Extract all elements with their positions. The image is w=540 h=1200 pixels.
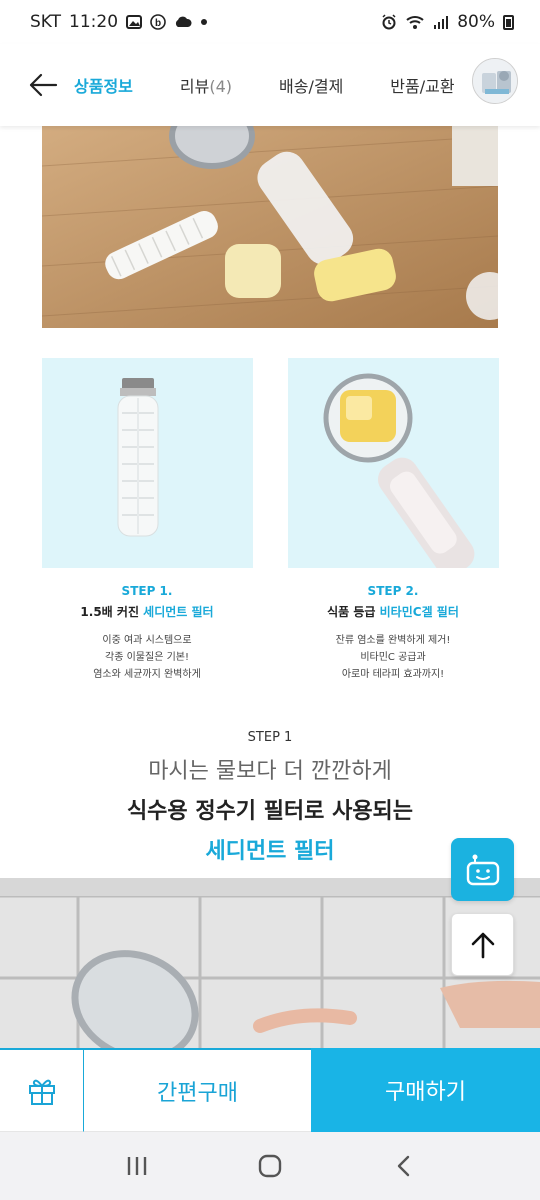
arrow-up-icon	[471, 932, 494, 958]
desc-line: 염소와 세균까지 완벽하게	[93, 669, 201, 680]
back-button[interactable]	[22, 64, 64, 106]
step-description: 잔류 염소를 완벽하게 제거! 비타민C 공급과 아로마 테라피 효과까지!	[278, 632, 508, 683]
system-nav-bar	[0, 1132, 540, 1200]
tab-bar: 상품정보 리뷰(4) 배송/결제 반품/교환	[74, 73, 455, 97]
step-title: 1.5배 커진 세디먼트 필터	[32, 603, 262, 620]
scroll-top-button[interactable]	[451, 913, 514, 976]
gift-button[interactable]	[0, 1048, 84, 1132]
step-title: 식품 등급 비타민C겔 필터	[278, 603, 508, 620]
section-step-label: STEP 1	[247, 730, 293, 745]
status-right: 80%	[381, 12, 514, 32]
step2-text: STEP 2. 식품 등급 비타민C겔 필터 잔류 염소를 완벽하게 제거! 비…	[278, 584, 508, 683]
home-icon	[258, 1154, 282, 1178]
step-title-prefix: 식품 등급	[327, 605, 380, 619]
top-nav: 상품정보 리뷰(4) 배송/결제 반품/교환	[0, 44, 540, 126]
step2-filter-image	[288, 358, 499, 568]
tab-product-info[interactable]: 상품정보	[74, 73, 133, 97]
desc-line: 잔류 염소를 완벽하게 제거!	[335, 635, 451, 646]
cloud-icon	[175, 16, 192, 27]
signal-icon	[434, 16, 449, 29]
step1-filter-image	[42, 358, 253, 568]
desc-line: 각종 이물질은 기본!	[105, 652, 189, 663]
desc-line: 이중 여과 시스템으로	[102, 635, 192, 646]
tab-label: 상품정보	[74, 77, 133, 96]
battery-icon	[503, 14, 514, 30]
purchase-bar: 간편구매 구매하기	[0, 1048, 540, 1132]
recent-apps-button[interactable]	[117, 1146, 157, 1186]
step-title-prefix: 1.5배 커진	[80, 605, 144, 619]
product-thumbnail[interactable]	[472, 58, 518, 104]
review-count: (4)	[209, 77, 233, 96]
chatbot-icon	[466, 854, 499, 885]
tab-reviews[interactable]: 리뷰(4)	[180, 73, 232, 97]
step-description: 이중 여과 시스템으로 각종 이물질은 기본! 염소와 세균까지 완벽하게	[32, 632, 262, 683]
carrier: SKT	[30, 12, 62, 32]
buy-now-button[interactable]: 구매하기	[311, 1048, 540, 1132]
product-thumbnail-image	[473, 59, 517, 103]
vitamin-shower-head-illustration	[323, 373, 475, 568]
system-back-button[interactable]	[383, 1146, 423, 1186]
section-line2: 식수용 정수기 필터로 사용되는	[126, 799, 414, 824]
alarm-icon	[382, 14, 396, 30]
status-left: SKT 11:20 b	[30, 12, 208, 32]
tab-return-exchange[interactable]: 반품/교환	[390, 73, 454, 97]
battery-percent: 80%	[457, 12, 495, 32]
tab-label: 리뷰	[179, 77, 210, 96]
recent-apps-icon	[127, 1157, 146, 1175]
wifi-icon	[406, 16, 424, 29]
quick-buy-button[interactable]: 간편구매	[84, 1048, 311, 1132]
section-line1: 마시는 물보다 더 깐깐하게	[148, 759, 392, 784]
step-label: STEP 2.	[367, 584, 419, 598]
step-title-highlight: 세디먼트 필터	[143, 605, 214, 619]
clock: 11:20	[69, 12, 119, 32]
hero-illustration	[42, 126, 498, 328]
tab-label: 배송/결제	[279, 77, 344, 96]
sediment-filter-illustration	[117, 378, 159, 537]
svg-text:b: b	[155, 18, 161, 29]
desc-line: 아로마 테라피 효과까지!	[341, 669, 445, 680]
screen: SKT 11:20 b 80% 상품정보 리뷰(4) 배송/결제 반품/교환 S…	[0, 0, 540, 1200]
tab-shipping-payment[interactable]: 배송/결제	[279, 73, 343, 97]
status-bar: SKT 11:20 b 80%	[0, 0, 540, 44]
gallery-icon	[126, 15, 143, 29]
step1-text: STEP 1. 1.5배 커진 세디먼트 필터 이중 여과 시스템으로 각종 이…	[32, 584, 262, 683]
tab-label: 반품/교환	[390, 77, 455, 96]
hero-product-photo	[42, 126, 498, 328]
step-label: STEP 1.	[121, 584, 173, 598]
home-button[interactable]	[250, 1146, 290, 1186]
chevron-left-icon	[398, 1155, 410, 1177]
step-title-highlight: 비타민C겔 필터	[379, 605, 459, 619]
chatbot-button[interactable]	[451, 838, 514, 901]
product-detail-content[interactable]: STEP 1. 1.5배 커진 세디먼트 필터 이중 여과 시스템으로 각종 이…	[0, 126, 540, 1048]
dot-icon	[201, 19, 208, 25]
arrow-left-icon	[29, 73, 58, 97]
desc-line: 비타민C 공급과	[360, 652, 426, 663]
b-app-icon: b	[150, 14, 166, 30]
gift-icon	[28, 1079, 55, 1105]
